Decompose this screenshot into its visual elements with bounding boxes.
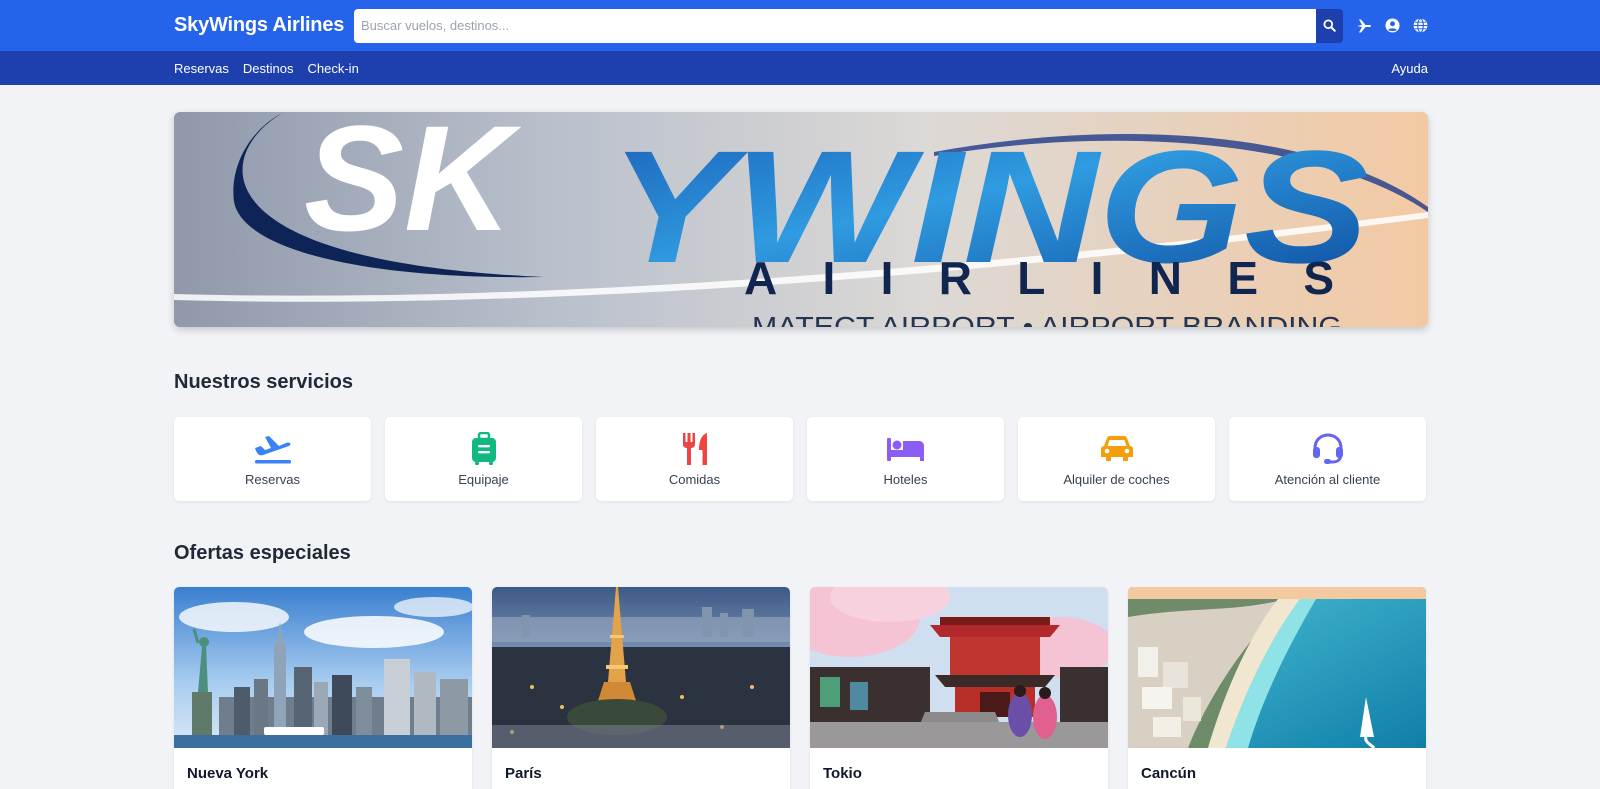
nav-link-reservas[interactable]: Reservas (174, 61, 229, 76)
user-circle-icon[interactable] (1384, 18, 1400, 34)
globe-icon[interactable] (1412, 18, 1428, 34)
nav-link-destinos[interactable]: Destinos (243, 61, 294, 76)
offer-image-cancun (1128, 587, 1426, 748)
search-input[interactable] (354, 8, 1316, 43)
plane-icon[interactable] (1356, 18, 1372, 34)
service-label: Hoteles (883, 471, 928, 487)
offer-image-nueva-york (174, 587, 472, 748)
offer-card-nueva-york[interactable]: Nueva York (174, 587, 472, 789)
hero-logo-word-3: AIIRLINES (744, 252, 1334, 304)
offer-city: Tokio (823, 765, 862, 782)
offer-city: Nueva York (187, 765, 269, 782)
sub-nav: Reservas Destinos Check-in Ayuda (0, 51, 1600, 85)
offer-card-cancun[interactable]: Cancún (1128, 587, 1426, 789)
nav-link-check-in[interactable]: Check-in (308, 61, 359, 76)
search-button[interactable] (1316, 8, 1343, 43)
bed-icon (886, 432, 926, 466)
service-card-hoteles[interactable]: Hoteles (807, 417, 1004, 501)
hero-logo-word-1: SK (304, 112, 522, 262)
headset-icon (1311, 432, 1345, 466)
offer-card-paris[interactable]: París (492, 587, 790, 789)
search-icon (1323, 19, 1336, 32)
offers-grid: Nueva York París Tokio Cancún (174, 587, 1428, 789)
services-grid: Reservas Equipaje Comidas Hoteles Alquil… (174, 417, 1428, 501)
hero-tagline: MATECT AIRPORT • AIRPORT BRANDING (752, 311, 1342, 327)
service-label: Alquiler de coches (1063, 471, 1170, 487)
service-card-comidas[interactable]: Comidas (596, 417, 793, 501)
service-label: Equipaje (458, 471, 509, 487)
nav-link-ayuda[interactable]: Ayuda (1391, 61, 1428, 76)
offer-card-tokio[interactable]: Tokio (810, 587, 1108, 789)
service-card-reservas[interactable]: Reservas (174, 417, 371, 501)
services-title: Nuestros servicios (174, 371, 353, 393)
utensils-icon (681, 432, 709, 466)
car-icon (1100, 432, 1134, 466)
hero-banner: SK YWINGS AIIRLINES MATECT AIRPORT • AIR… (174, 112, 1428, 327)
service-label: Comidas (668, 471, 721, 487)
brand-logo[interactable]: SkyWings Airlines (174, 14, 354, 37)
offers-title: Ofertas especiales (174, 542, 351, 564)
service-card-equipaje[interactable]: Equipaje (385, 417, 582, 501)
offer-image-paris (492, 587, 790, 748)
service-card-atencion-cliente[interactable]: Atención al cliente (1229, 417, 1426, 501)
top-bar: SkyWings Airlines (0, 0, 1600, 51)
plane-departure-icon (253, 432, 293, 466)
suitcase-icon (471, 431, 497, 466)
offer-image-tokio (810, 587, 1108, 748)
offer-city: París (505, 765, 542, 782)
service-label: Atención al cliente (1274, 471, 1381, 487)
offer-city: Cancún (1141, 765, 1197, 782)
service-label: Reservas (245, 471, 300, 487)
search-bar (354, 8, 1343, 43)
service-card-alquiler-coches[interactable]: Alquiler de coches (1018, 417, 1215, 501)
